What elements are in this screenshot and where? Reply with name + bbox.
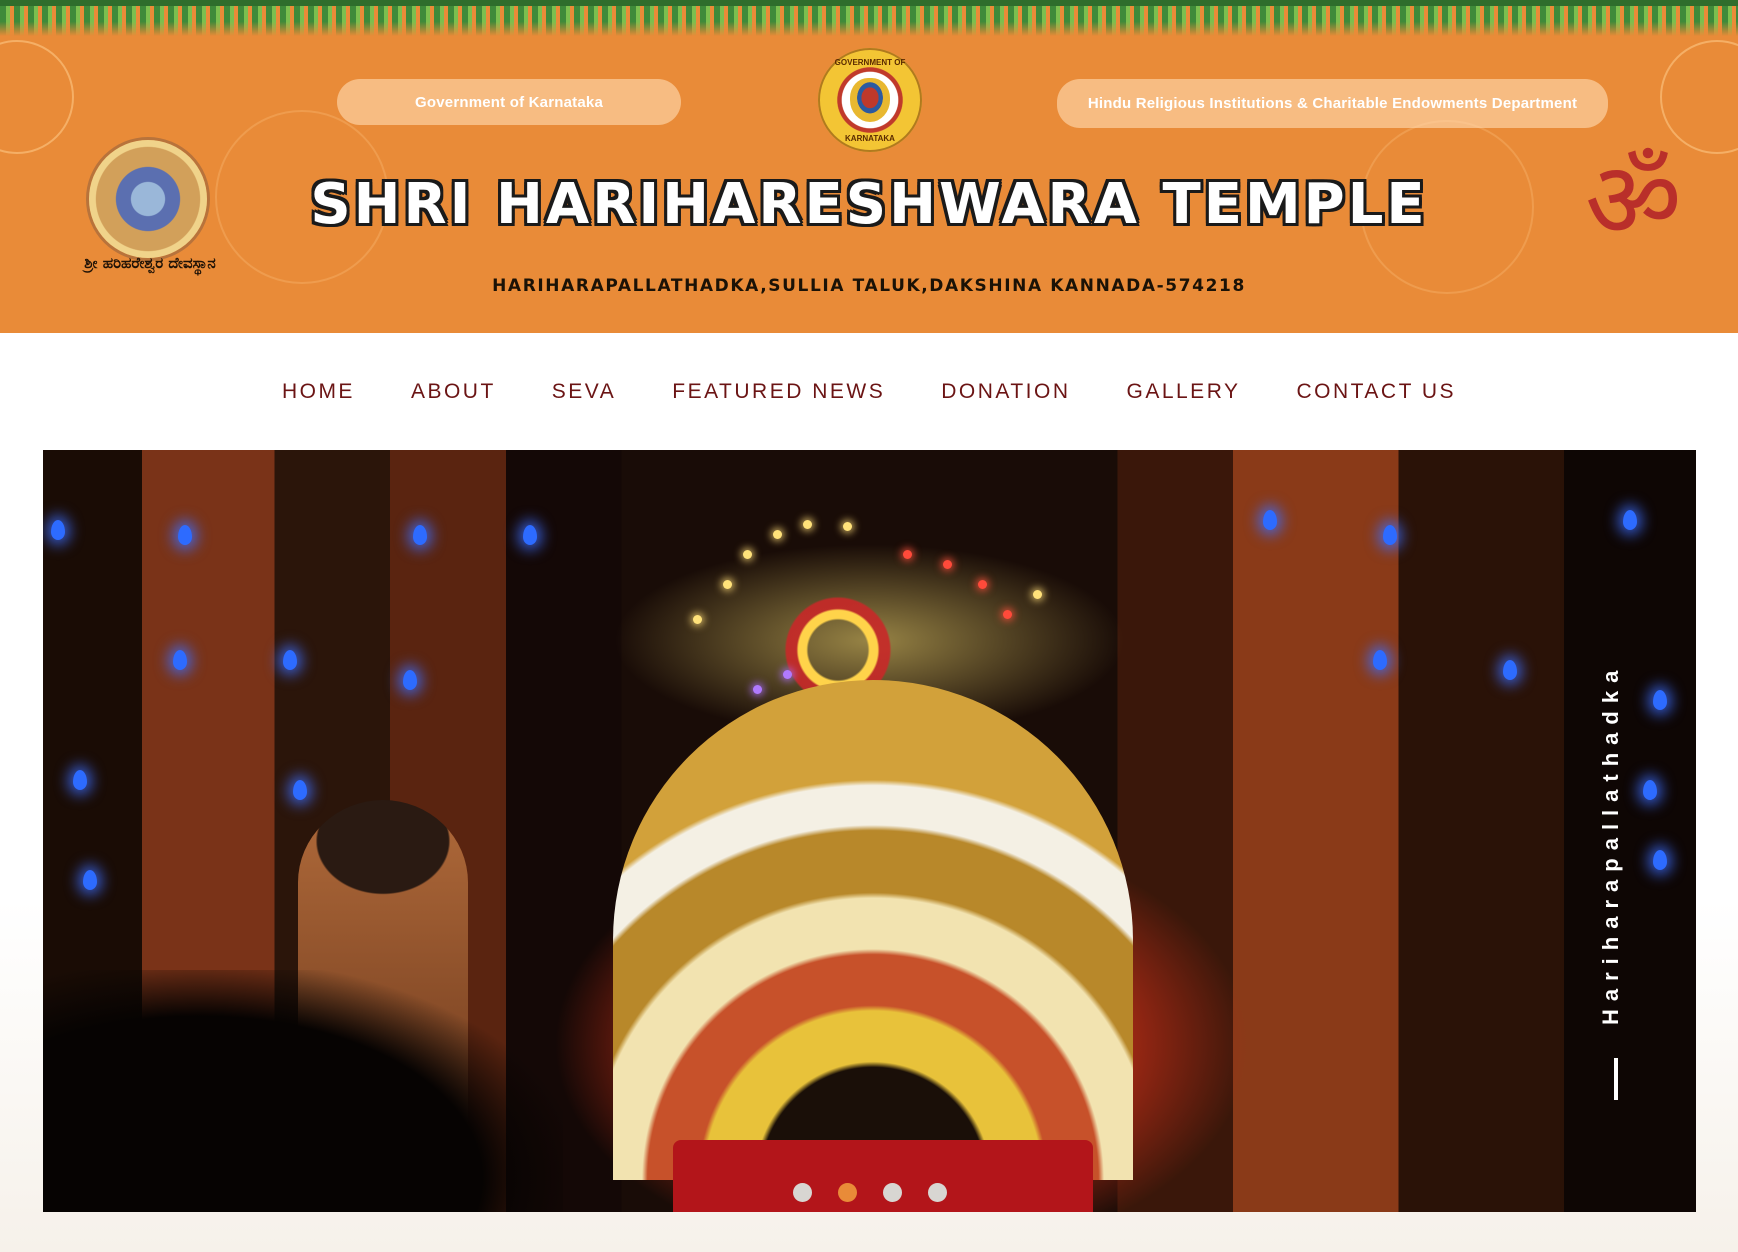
light-bulb bbox=[773, 530, 782, 539]
nav-donation[interactable]: DONATION bbox=[941, 380, 1070, 404]
hanging-blue-light bbox=[1503, 660, 1517, 680]
light-bulb bbox=[693, 615, 702, 624]
nav-contact-us[interactable]: CONTACT US bbox=[1296, 380, 1456, 404]
nav-about[interactable]: ABOUT bbox=[411, 380, 496, 404]
hanging-blue-light bbox=[1263, 510, 1277, 530]
nav-gallery[interactable]: GALLERY bbox=[1126, 380, 1240, 404]
slider-dot-4[interactable] bbox=[927, 1183, 947, 1202]
hanging-blue-light bbox=[1653, 690, 1667, 710]
hanging-blue-light bbox=[413, 525, 427, 545]
decor-circle bbox=[0, 40, 74, 154]
light-bulb bbox=[903, 550, 912, 559]
site-header: Government of Karnataka Hindu Religious … bbox=[0, 0, 1738, 333]
hanging-blue-light bbox=[51, 520, 65, 540]
main-navigation: HOME ABOUT SEVA FEATURED NEWS DONATION G… bbox=[0, 333, 1738, 451]
seal-emblem-icon bbox=[850, 78, 890, 122]
seal-top-text: GOVERNMENT OF bbox=[834, 58, 906, 67]
hanging-blue-light bbox=[523, 525, 537, 545]
caption-bar bbox=[1614, 1058, 1618, 1100]
government-of-karnataka-link[interactable]: Government of Karnataka bbox=[337, 79, 681, 125]
mango-leaf-garland bbox=[0, 0, 1738, 36]
hanging-blue-light bbox=[1383, 525, 1397, 545]
hanging-blue-light bbox=[1373, 650, 1387, 670]
hero-slider[interactable]: Hariharapallathadka bbox=[43, 450, 1696, 1212]
slider-pagination bbox=[43, 1183, 1696, 1202]
hanging-blue-light bbox=[1643, 780, 1657, 800]
hanging-blue-light bbox=[173, 650, 187, 670]
hanging-blue-light bbox=[283, 650, 297, 670]
hanging-blue-light bbox=[178, 525, 192, 545]
nav-home[interactable]: HOME bbox=[282, 380, 355, 404]
light-bulb bbox=[843, 522, 852, 531]
temple-name-kannada: ಶ್ರೀ ಹರಿಹರೇಶ್ವರ ದೇವಸ್ಥಾನ bbox=[84, 254, 216, 272]
light-bulb bbox=[1003, 610, 1012, 619]
hanging-blue-light bbox=[83, 870, 97, 890]
hanging-blue-light bbox=[73, 770, 87, 790]
devotee-silhouette bbox=[43, 970, 563, 1212]
temple-address: HARIHARAPALLATHADKA,SULLIA TALUK,DAKSHIN… bbox=[492, 276, 1246, 296]
page-title: SHRI HARIHARESHWARA TEMPLE bbox=[310, 172, 1428, 237]
nav-featured-news[interactable]: FEATURED NEWS bbox=[672, 380, 885, 404]
light-bulb bbox=[803, 520, 812, 529]
hanging-blue-light bbox=[1623, 510, 1637, 530]
hanging-blue-light bbox=[1653, 850, 1667, 870]
seal-bottom-text: KARNATAKA bbox=[845, 134, 895, 143]
light-bulb bbox=[1033, 590, 1042, 599]
slider-dot-3[interactable] bbox=[882, 1183, 902, 1202]
light-bulb bbox=[783, 670, 792, 679]
hanging-blue-light bbox=[403, 670, 417, 690]
slider-dot-2[interactable] bbox=[837, 1183, 857, 1202]
hanging-blue-light bbox=[293, 780, 307, 800]
decor-circle bbox=[1660, 40, 1738, 154]
nav-seva[interactable]: SEVA bbox=[552, 380, 616, 404]
light-bulb bbox=[723, 580, 732, 589]
slide-caption: Hariharapallathadka bbox=[1598, 662, 1623, 1025]
light-bulb bbox=[978, 580, 987, 589]
light-bulb bbox=[943, 560, 952, 569]
slider-dot-1[interactable] bbox=[792, 1183, 812, 1202]
flower-decorated-prabhavali bbox=[613, 680, 1133, 1180]
hrce-department-link[interactable]: Hindu Religious Institutions & Charitabl… bbox=[1057, 79, 1608, 128]
light-bulb bbox=[753, 685, 762, 694]
karnataka-government-seal: GOVERNMENT OF KARNATAKA bbox=[818, 48, 922, 152]
light-bulb bbox=[743, 550, 752, 559]
